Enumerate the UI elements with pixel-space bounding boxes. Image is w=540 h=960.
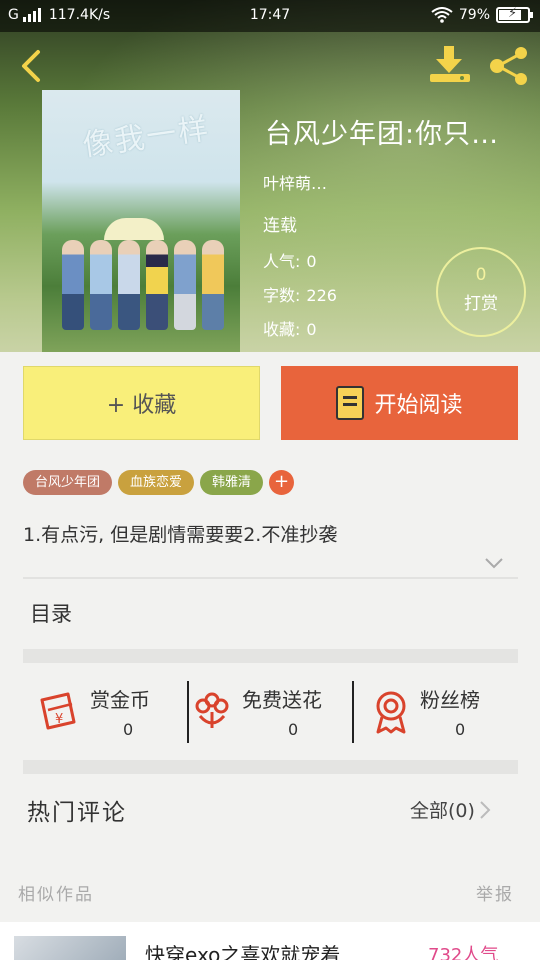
download-icon xyxy=(430,46,470,82)
reward-coins-label: 赏金币 xyxy=(90,688,150,712)
reward-button[interactable]: 0 打赏 xyxy=(436,247,526,337)
chevron-right-icon xyxy=(480,800,491,819)
report-link[interactable]: 举报 xyxy=(476,880,514,905)
section-separator xyxy=(23,760,518,774)
cover-art-text: 像我一样 xyxy=(80,111,213,164)
favorites-label: 收藏: xyxy=(263,320,301,339)
medal-icon xyxy=(376,691,406,734)
word-count-stat: 字数: 226 xyxy=(263,282,337,306)
section-separator xyxy=(23,649,518,663)
popularity-stat: 人气: 0 xyxy=(263,248,317,272)
similar-work-title: 快穿exo之喜欢就宠着 xyxy=(145,943,341,960)
collect-button[interactable]: + 收藏 xyxy=(23,366,260,440)
word-count-value: 226 xyxy=(306,286,337,305)
red-envelope-icon: ¥ xyxy=(40,692,76,730)
popularity-label: 人气: xyxy=(263,252,301,271)
favorites-value: 0 xyxy=(306,320,317,339)
collect-label: + 收藏 xyxy=(106,393,177,418)
word-count-label: 字数: xyxy=(263,286,301,305)
reward-coins-count: 0 xyxy=(123,720,134,739)
reward-count: 0 xyxy=(475,265,487,285)
fan-ranking-button[interactable]: 粉丝榜 0 xyxy=(372,680,512,742)
wifi-icon xyxy=(431,7,453,23)
expand-description-button[interactable] xyxy=(484,555,504,569)
start-reading-label: 开始阅读 xyxy=(374,393,463,418)
reward-coins-button[interactable]: ¥ 赏金币 0 xyxy=(38,680,178,742)
reward-label: 打赏 xyxy=(464,294,498,314)
fan-ranking-label: 粉丝榜 xyxy=(420,688,480,712)
chevron-down-icon xyxy=(485,558,503,569)
favorites-stat: 收藏: 0 xyxy=(263,316,317,340)
add-tag-button[interactable]: + xyxy=(269,470,295,495)
flower-icon xyxy=(195,692,229,728)
book-status: 连载 xyxy=(263,216,297,236)
chevron-left-icon xyxy=(22,50,40,82)
cover-umbrella xyxy=(104,218,164,240)
similar-work-popularity: 732人气 xyxy=(428,945,499,960)
all-comments-label: 全部(0) xyxy=(410,800,475,822)
popularity-value: 0 xyxy=(306,252,317,271)
clock: 17:47 xyxy=(249,7,291,23)
book-title: 台风少年团:你只… xyxy=(265,119,500,150)
cover-figures xyxy=(62,240,224,330)
hot-comments-title: 热门评论 xyxy=(27,800,127,826)
battery-percent: 79% xyxy=(458,7,490,23)
tag-item[interactable]: 韩雅清 xyxy=(200,470,264,495)
book-icon xyxy=(336,386,365,420)
divider xyxy=(352,681,354,743)
share-button[interactable] xyxy=(488,46,532,86)
book-description: 1.有点污, 但是剧情需要要2.不准抄袭 xyxy=(23,524,338,546)
tag-item[interactable]: 血族恋爱 xyxy=(118,470,195,495)
tag-item[interactable]: 台风少年团 xyxy=(23,470,113,495)
divider xyxy=(187,681,189,743)
tag-list: 台风少年团 血族恋爱 韩雅清 + xyxy=(23,470,295,495)
battery-icon: ⚡ xyxy=(496,6,533,23)
table-of-contents-link[interactable]: 目录 xyxy=(30,598,72,628)
divider xyxy=(23,577,518,579)
start-reading-button[interactable]: 开始阅读 xyxy=(281,366,518,440)
similar-work-cover xyxy=(14,936,126,960)
free-flowers-label: 免费送花 xyxy=(242,688,322,712)
back-button[interactable] xyxy=(14,48,50,84)
similar-work-item[interactable]: 快穿exo之喜欢就宠着 732人气 xyxy=(0,922,540,960)
fan-ranking-count: 0 xyxy=(455,720,466,739)
svg-text:¥: ¥ xyxy=(55,712,63,727)
book-author[interactable]: 叶梓萌… xyxy=(263,170,327,194)
download-button[interactable] xyxy=(428,44,472,86)
status-bar: G 117.4K/s 17:47 79% ⚡ xyxy=(0,0,540,32)
free-flowers-count: 0 xyxy=(288,720,299,739)
all-comments-link[interactable]: 全部(0) xyxy=(410,796,491,823)
similar-works-title: 相似作品 xyxy=(18,885,94,905)
share-icon xyxy=(490,47,527,85)
free-flowers-button[interactable]: 免费送花 0 xyxy=(192,680,352,742)
book-cover[interactable]: 像我一样 xyxy=(42,90,240,352)
